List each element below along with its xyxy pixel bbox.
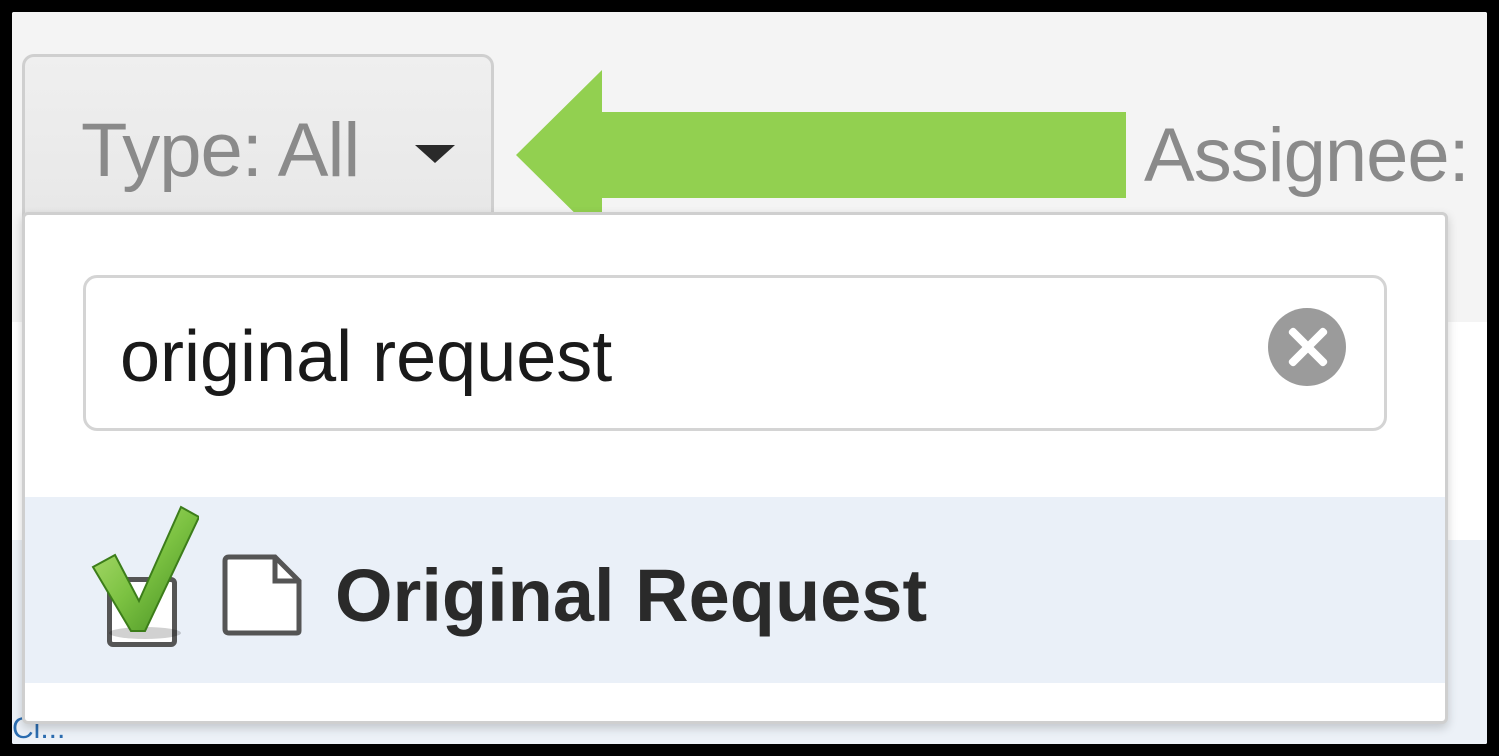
- chevron-down-icon: [415, 145, 455, 163]
- option-label: Original Request: [335, 554, 928, 637]
- screenshot-frame: Ci... Type: All Assignee: original reque…: [0, 0, 1499, 756]
- clear-search-icon[interactable]: [1268, 308, 1346, 386]
- assignee-filter-label[interactable]: Assignee:: [1144, 112, 1470, 199]
- type-filter-label: Type: All: [81, 108, 360, 193]
- document-icon: [222, 554, 302, 636]
- type-filter-dropdown: original request Original Request: [22, 212, 1448, 724]
- option-original-request[interactable]: Original Request: [25, 497, 1445, 683]
- search-input-value: original request: [120, 317, 613, 397]
- checkmark-icon: [91, 505, 199, 639]
- search-input[interactable]: original request: [83, 275, 1387, 431]
